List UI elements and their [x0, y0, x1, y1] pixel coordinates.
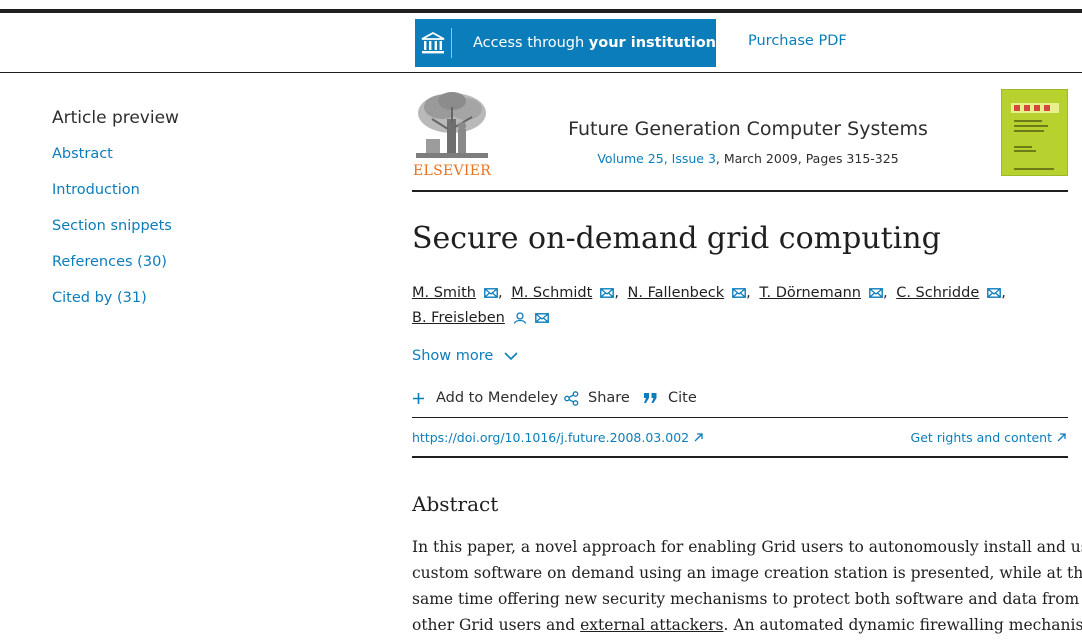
elsevier-logo[interactable]: ELSEVIER: [412, 89, 492, 179]
add-to-mendeley-label: Add to Mendeley: [436, 390, 559, 406]
share-icon: [564, 390, 579, 406]
abstract-text-fragment: . An automated dynamic firewalling mecha…: [723, 616, 1082, 634]
abstract-line: same time offering new security mechanis…: [412, 590, 1080, 608]
author-link[interactable]: N. Fallenbeck: [628, 285, 725, 301]
abstract-line: custom software on demand using an image…: [412, 564, 1082, 582]
abstract-line: other Grid users and external attackers.…: [412, 612, 1082, 638]
article-main: ELSEVIER Future Generation Computer Syst…: [412, 88, 1082, 634]
outline-link-cited-by[interactable]: Cited by (31): [52, 290, 352, 326]
mail-icon[interactable]: [600, 288, 615, 298]
author-list: M. Smith, M. Schmidt, N. Fallenbeck, T. …: [412, 281, 1068, 331]
cite-button[interactable]: Cite: [643, 390, 697, 406]
abstract-line: In this paper, a novel approach for enab…: [412, 538, 1082, 556]
outline-link-abstract[interactable]: Abstract: [52, 146, 352, 182]
author-separator: ,: [883, 285, 888, 301]
mail-icon[interactable]: [987, 288, 1002, 298]
author-separator: ,: [497, 285, 503, 301]
article-actions: Add to Mendeley Share Cite: [412, 388, 1068, 418]
access-header: Access through your institution Purchase…: [0, 13, 1082, 73]
mail-icon[interactable]: [869, 288, 883, 298]
access-institution-button[interactable]: Access through your institution: [415, 19, 716, 67]
doi-link[interactable]: https://doi.org/10.1016/j.future.2008.03…: [412, 430, 703, 445]
show-more-label: Show more: [412, 348, 494, 364]
cite-label: Cite: [668, 390, 697, 406]
author-link[interactable]: C. Schridde: [896, 285, 979, 301]
quote-icon: [644, 393, 657, 403]
author-separator: ,: [746, 285, 751, 301]
journal-issue-info: Volume 25, Issue 3, March 2009, Pages 31…: [558, 151, 938, 166]
doi-text: https://doi.org/10.1016/j.future.2008.03…: [412, 430, 690, 445]
person-icon[interactable]: [513, 312, 527, 324]
author-link[interactable]: B. Freisleben: [412, 310, 505, 326]
author-separator: ,: [1001, 285, 1006, 301]
issue-date-pages: , March 2009, Pages 315-325: [715, 151, 899, 166]
show-more-button[interactable]: Show more: [412, 348, 518, 364]
elsevier-wordmark: ELSEVIER: [413, 163, 492, 179]
elsevier-tree-icon: [412, 89, 492, 161]
access-prefix: Access through: [472, 35, 589, 51]
abstract-heading: Abstract: [412, 492, 499, 516]
author-link[interactable]: M. Schmidt: [511, 285, 592, 301]
journal-title-link[interactable]: Future Generation Computer Systems: [558, 118, 938, 140]
abstract-text: In this paper, a novel approach for enab…: [412, 534, 1082, 638]
plus-icon: [413, 392, 424, 404]
volume-issue-link[interactable]: Volume 25, Issue 3: [597, 151, 716, 166]
abstract-text-fragment: other Grid users and: [412, 616, 581, 634]
doi-row: https://doi.org/10.1016/j.future.2008.03…: [412, 419, 1068, 458]
author-link[interactable]: T. Dörnemann: [759, 285, 861, 301]
article-preview-heading: Article preview: [52, 108, 179, 128]
rights-text: Get rights and content: [910, 430, 1052, 445]
author-link[interactable]: M. Smith: [412, 285, 476, 301]
share-button[interactable]: Share: [564, 390, 630, 406]
mail-icon[interactable]: [732, 288, 747, 298]
share-label: Share: [588, 390, 630, 406]
journal-cover-image[interactable]: [1001, 89, 1068, 176]
article-outline: Article preview Abstract Introduction Se…: [52, 108, 352, 326]
access-bold: your institution: [588, 35, 716, 51]
mail-icon[interactable]: [534, 313, 549, 323]
outline-link-section-snippets[interactable]: Section snippets: [52, 218, 352, 254]
rights-content-link[interactable]: Get rights and content: [911, 430, 1066, 445]
mail-icon[interactable]: [484, 288, 498, 298]
external-arrow-icon: [1057, 433, 1066, 442]
chevron-down-icon: [504, 352, 518, 361]
institution-icon: [415, 28, 452, 58]
add-to-mendeley-button[interactable]: Add to Mendeley: [412, 390, 558, 406]
article-title: Secure on-demand grid computing: [412, 221, 941, 256]
outline-link-introduction[interactable]: Introduction: [52, 182, 352, 218]
external-arrow-icon: [694, 433, 703, 442]
external-attackers-link[interactable]: external attackers: [580, 616, 723, 634]
access-institution-label: Access through your institution: [473, 35, 716, 51]
outline-link-references[interactable]: References (30): [52, 254, 352, 290]
author-separator: ,: [614, 285, 619, 301]
purchase-pdf-link[interactable]: Purchase PDF: [748, 33, 847, 49]
journal-header: ELSEVIER Future Generation Computer Syst…: [412, 88, 1068, 192]
